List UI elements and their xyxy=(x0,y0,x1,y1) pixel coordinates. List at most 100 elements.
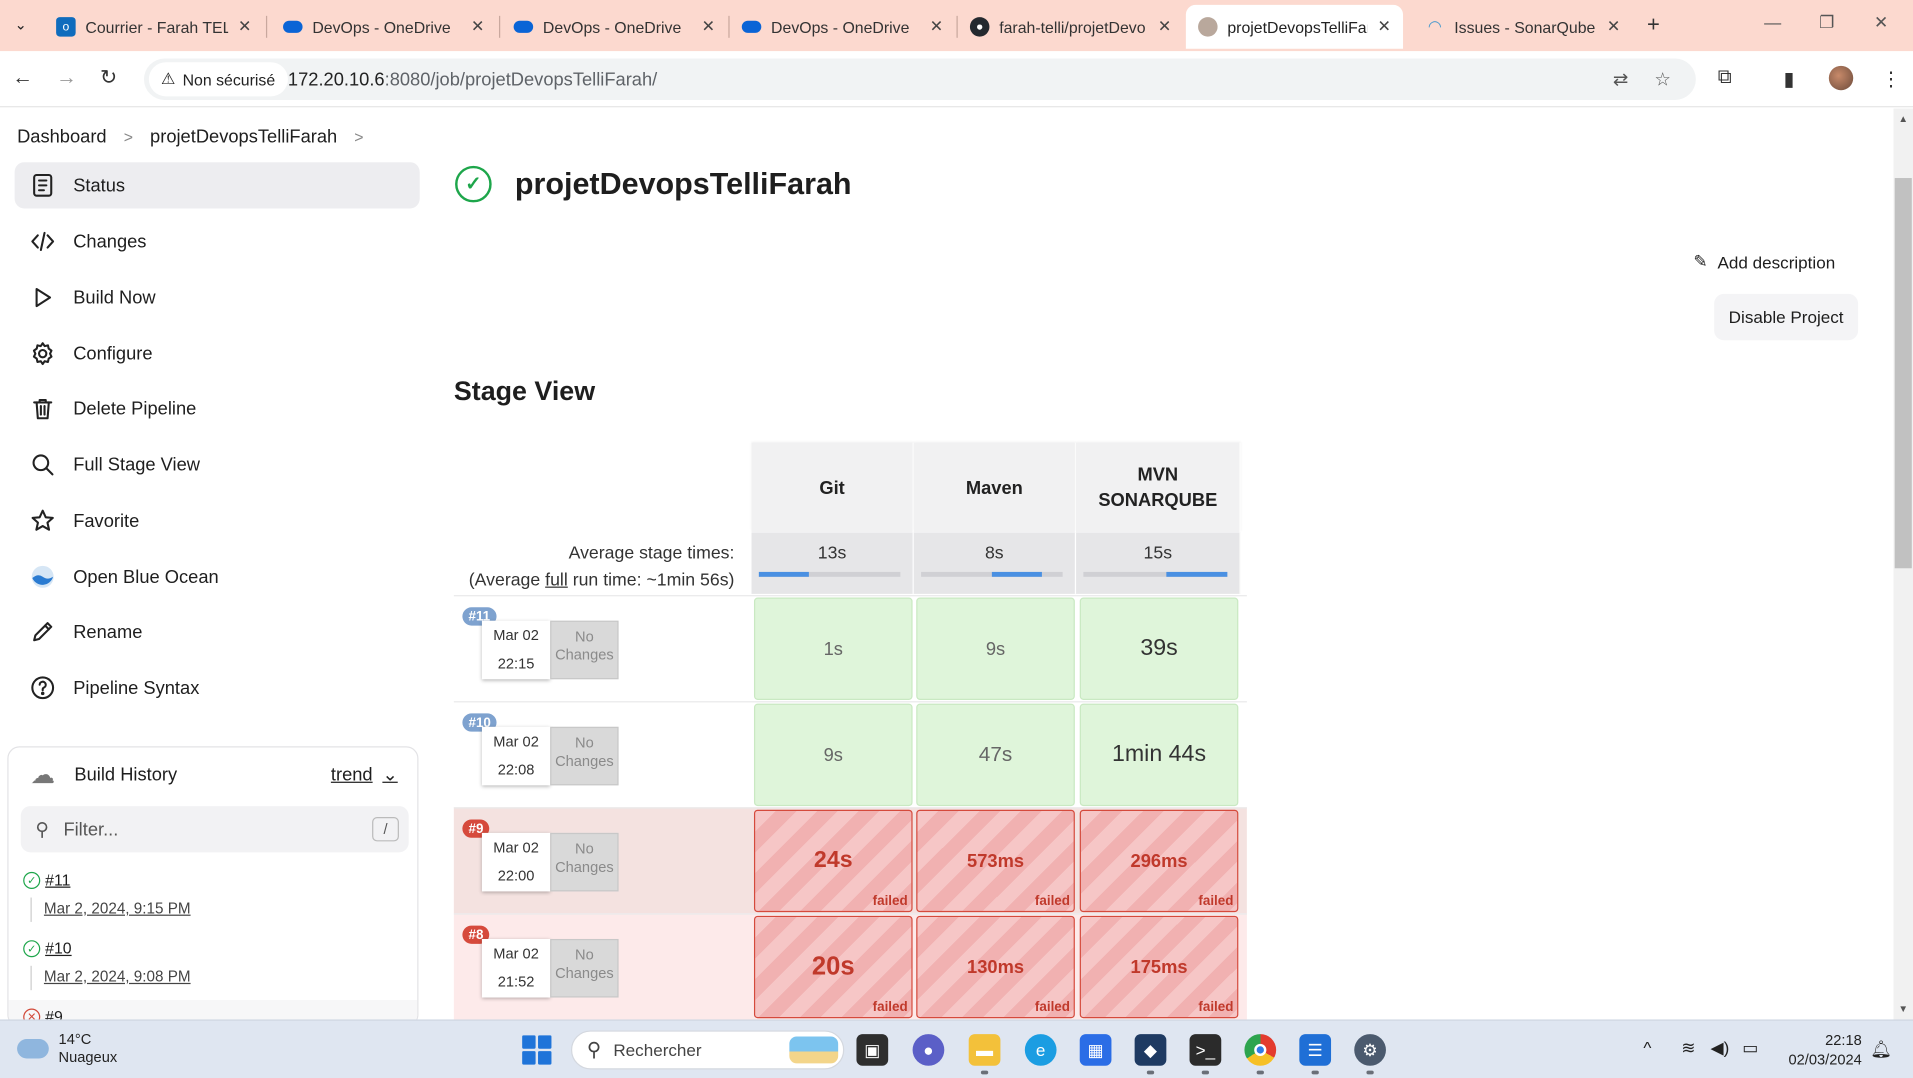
sidebar-item-status[interactable]: Status xyxy=(14,162,420,209)
task-view-icon[interactable]: ▣ xyxy=(856,1034,889,1066)
notification-bell-icon[interactable]: 🔔︎ xyxy=(1870,1039,1892,1060)
sidebar-item-delete-pipeline[interactable]: Delete Pipeline xyxy=(15,385,420,431)
chevron-down-icon[interactable]: ⌄ xyxy=(382,763,397,786)
battery-icon[interactable]: ▭ xyxy=(1742,1038,1758,1059)
run-date-card[interactable]: Mar 02 22:15 xyxy=(481,620,551,680)
close-icon[interactable]: ✕ xyxy=(1607,17,1620,37)
scroll-up-arrow-icon[interactable]: ▲ xyxy=(1898,113,1908,124)
scroll-down-arrow-icon[interactable]: ▼ xyxy=(1898,1004,1908,1015)
full-run-link[interactable]: full xyxy=(545,571,568,591)
run-time: 21:52 xyxy=(497,973,535,991)
build-date-link[interactable]: Mar 2, 2024, 9:08 PM xyxy=(44,968,191,985)
close-icon[interactable]: ✕ xyxy=(471,17,484,37)
teams-chat-icon[interactable]: ● xyxy=(912,1034,945,1066)
settings-gear-icon[interactable]: ⚙ xyxy=(1354,1034,1386,1066)
sidebar-item-build-now[interactable]: Build Now xyxy=(15,274,420,320)
reload-button[interactable]: ↻ xyxy=(100,66,117,90)
close-icon[interactable]: ✕ xyxy=(930,17,943,37)
security-chip[interactable]: ⚠ Non sécurisé xyxy=(148,62,288,97)
notepad-icon[interactable]: ☰ xyxy=(1299,1034,1332,1066)
stage-cell-maven-failed[interactable]: 573ms failed xyxy=(916,809,1075,913)
close-icon[interactable]: ✕ xyxy=(1158,17,1171,37)
stage-cell-sonarqube-failed[interactable]: 175ms failed xyxy=(1079,915,1239,1019)
sidebar-item-configure[interactable]: Configure xyxy=(15,330,420,376)
stage-cell-sonarqube-failed[interactable]: 296ms failed xyxy=(1079,809,1239,913)
new-tab-button[interactable]: + xyxy=(1647,12,1660,38)
stage-cell-sonarqube[interactable]: 1min 44s xyxy=(1079,703,1239,807)
disable-project-button[interactable]: Disable Project xyxy=(1714,293,1859,341)
build-number-link[interactable]: #11 xyxy=(45,871,70,889)
run-date-card[interactable]: Mar 02 22:00 xyxy=(481,832,551,892)
stage-duration: 130ms xyxy=(967,956,1025,978)
trend-link[interactable]: trend ⌄ xyxy=(331,763,398,785)
sidepanel-icon[interactable]: ▮ xyxy=(1784,67,1795,91)
bookmark-star-icon[interactable]: ☆ xyxy=(1654,68,1670,91)
stage-cell-maven[interactable]: 9s xyxy=(916,597,1075,700)
stage-cell-git-failed[interactable]: 24s failed xyxy=(753,809,913,913)
close-icon[interactable]: ✕ xyxy=(238,17,251,37)
stage-cell-sonarqube[interactable]: 39s xyxy=(1079,597,1239,700)
close-icon[interactable]: ✕ xyxy=(702,17,715,37)
browser-tab-sonarqube[interactable]: ◠ Issues - SonarQube ✕ xyxy=(1413,5,1633,49)
chevron-up-icon[interactable]: ^ xyxy=(1643,1038,1651,1058)
restore-button[interactable]: ❐ xyxy=(1819,12,1834,33)
sidebar-item-changes[interactable]: Changes xyxy=(15,218,420,264)
close-icon[interactable]: ✕ xyxy=(1378,17,1391,37)
extensions-icon[interactable]: ⧉ xyxy=(1718,67,1732,89)
stage-cell-git-failed[interactable]: 20s failed xyxy=(753,915,913,1019)
breadcrumb-dashboard[interactable]: Dashboard xyxy=(17,127,107,148)
minimize-button[interactable]: — xyxy=(1764,12,1781,32)
browser-tab-onedrive-3[interactable]: DevOps - OneDrive ✕ xyxy=(730,5,956,49)
chevron-right-icon[interactable]: > xyxy=(354,128,363,146)
profile-avatar[interactable] xyxy=(1828,65,1854,91)
page-scrollbar[interactable]: ▲ ▼ xyxy=(1893,108,1913,1020)
address-bar[interactable]: ⚠ Non sécurisé 172.20.10.6:8080/job/proj… xyxy=(143,58,1696,100)
sidebar-item-rename[interactable]: Rename xyxy=(15,609,420,655)
page-title: projetDevopsTelliFarah xyxy=(514,167,852,202)
browser-tab-onedrive-1[interactable]: DevOps - OneDrive ✕ xyxy=(271,5,497,49)
tab-search-button[interactable]: ⌄ xyxy=(7,11,34,38)
browser-tab-onedrive-2[interactable]: DevOps - OneDrive ✕ xyxy=(501,5,727,49)
taskbar-search[interactable]: ⚲ Rechercher xyxy=(570,1030,845,1070)
jenkins-icon xyxy=(1198,17,1218,37)
browser-tab-github[interactable]: ● farah-telli/projetDevo ✕ xyxy=(958,5,1184,49)
url-text[interactable]: 172.20.10.6:8080/job/projetDevopsTelliFa… xyxy=(288,70,657,91)
sidebar-item-open-blue-ocean[interactable]: Open Blue Ocean xyxy=(15,554,420,600)
stage-cell-git[interactable]: 9s xyxy=(753,703,913,807)
add-description-link[interactable]: ✎ Add description xyxy=(1693,251,1835,272)
chrome-icon[interactable] xyxy=(1244,1034,1277,1066)
back-button[interactable]: ← xyxy=(12,66,33,90)
run-date-card[interactable]: Mar 02 22:08 xyxy=(481,726,551,786)
sidebar-item-pipeline-syntax[interactable]: Pipeline Syntax xyxy=(15,665,420,711)
sidebar-item-favorite[interactable]: Favorite xyxy=(15,498,420,544)
stage-cell-git[interactable]: 1s xyxy=(753,597,913,700)
close-window-button[interactable]: ✕ xyxy=(1874,12,1888,33)
forward-button[interactable]: → xyxy=(56,66,77,90)
stage-duration: 573ms xyxy=(967,850,1025,872)
sidebar-item-full-stage-view[interactable]: Full Stage View xyxy=(15,441,420,487)
weather-widget[interactable]: 14°C Nuageux xyxy=(17,1030,117,1067)
breadcrumb-job[interactable]: projetDevopsTelliFarah xyxy=(150,127,337,148)
stage-cell-maven-failed[interactable]: 130ms failed xyxy=(916,915,1075,1019)
browser-tab-jenkins-active[interactable]: projetDevopsTelliFarah ✕ xyxy=(1185,4,1404,49)
virtualbox-icon[interactable]: ◆ xyxy=(1134,1034,1167,1066)
browser-tab-outlook[interactable]: o Courrier - Farah TELLI ✕ xyxy=(44,5,264,49)
store-icon[interactable]: ▦ xyxy=(1079,1034,1112,1066)
wifi-icon[interactable]: ≋ xyxy=(1681,1038,1695,1059)
system-clock[interactable]: 22:18 02/03/2024 xyxy=(1781,1030,1861,1069)
file-explorer-icon[interactable]: ▬ xyxy=(968,1034,1001,1066)
scrollbar-thumb[interactable] xyxy=(1894,178,1912,569)
build-history-row[interactable]: ✓ #11 Mar 2, 2024, 9:15 PM xyxy=(9,863,418,931)
build-filter-input[interactable]: ⚲ Filter... / xyxy=(20,806,409,853)
edge-icon[interactable]: e xyxy=(1024,1034,1057,1066)
start-button[interactable] xyxy=(522,1035,552,1065)
translate-icon[interactable]: ⇄ xyxy=(1613,68,1628,91)
run-date-card[interactable]: Mar 02 21:52 xyxy=(481,938,551,998)
browser-menu-icon[interactable]: ⋮ xyxy=(1881,67,1901,91)
build-number-link[interactable]: #10 xyxy=(45,939,71,957)
build-date-link[interactable]: Mar 2, 2024, 9:15 PM xyxy=(44,900,191,917)
build-history-row[interactable]: ✓ #10 Mar 2, 2024, 9:08 PM xyxy=(9,932,418,1000)
terminal-icon[interactable]: >_ xyxy=(1189,1034,1222,1066)
volume-icon[interactable]: ◀) xyxy=(1710,1038,1729,1059)
stage-cell-maven[interactable]: 47s xyxy=(916,703,1075,807)
